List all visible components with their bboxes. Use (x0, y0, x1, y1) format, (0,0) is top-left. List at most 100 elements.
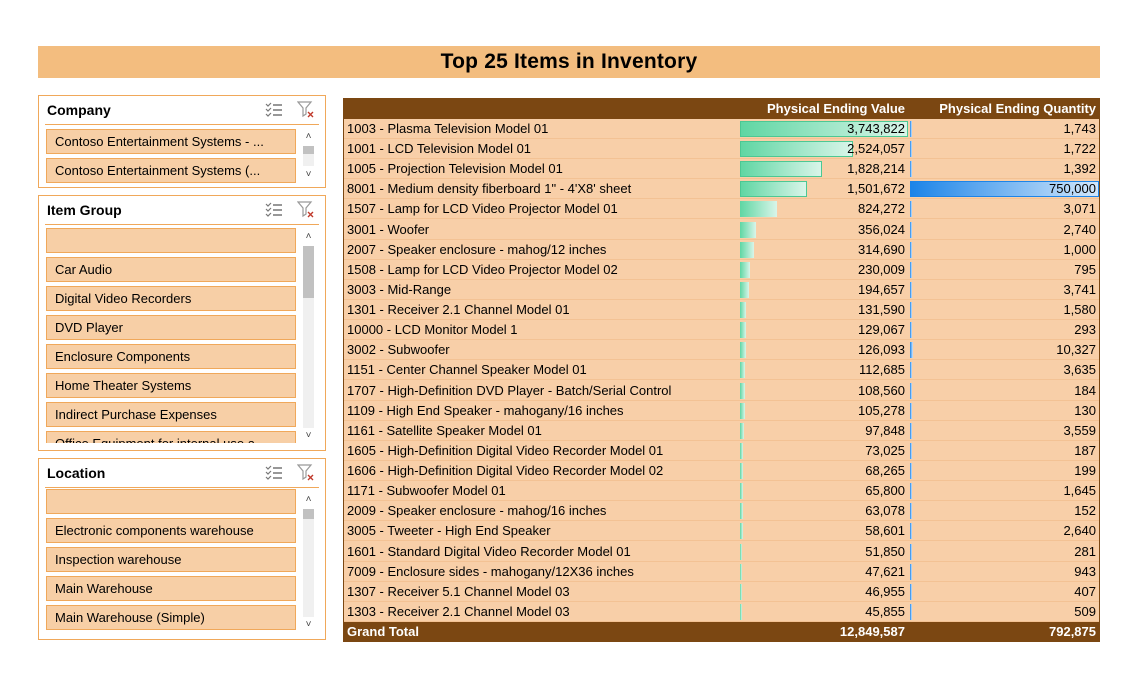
item-name-cell[interactable]: 2009 - Speaker enclosure - mahog/16 inch… (347, 501, 737, 521)
physical-ending-value-cell[interactable]: 314,690 (740, 240, 908, 260)
scroll-down-arrow[interactable]: ˅ (300, 618, 317, 632)
slicer-item-company[interactable]: Contoso Entertainment Systems - ... (46, 129, 296, 154)
item-name-cell[interactable]: 1301 - Receiver 2.1 Channel Model 01 (347, 300, 737, 320)
physical-ending-value-cell[interactable]: 58,601 (740, 521, 908, 541)
slicer-item-blank[interactable] (46, 228, 296, 253)
slicer-scrollbar[interactable]: ˄ ˅ (300, 130, 317, 182)
physical-ending-value-cell[interactable]: 73,025 (740, 441, 908, 461)
item-name-cell[interactable]: 1003 - Plasma Television Model 01 (347, 119, 737, 139)
scroll-thumb[interactable] (303, 146, 314, 154)
physical-ending-value-cell[interactable]: 230,009 (740, 260, 908, 280)
item-name-cell[interactable]: 1109 - High End Speaker - mahogany/16 in… (347, 401, 737, 421)
physical-ending-quantity-cell[interactable]: 943 (910, 562, 1099, 582)
grand-total-quantity[interactable]: 792,875 (910, 622, 1099, 642)
slicer-item-group[interactable]: Digital Video Recorders (46, 286, 296, 311)
item-name-cell[interactable]: 1005 - Projection Television Model 01 (347, 159, 737, 179)
multi-select-icon[interactable] (265, 101, 283, 119)
slicer-item-group[interactable]: DVD Player (46, 315, 296, 340)
physical-ending-quantity-cell[interactable]: 1,743 (910, 119, 1099, 139)
slicer-item-location[interactable]: Electronic components warehouse (46, 518, 296, 543)
item-name-cell[interactable]: 1707 - High-Definition DVD Player - Batc… (347, 381, 737, 401)
physical-ending-quantity-cell[interactable]: 407 (910, 582, 1099, 602)
slicer-item-location[interactable]: Main Warehouse (46, 576, 296, 601)
physical-ending-quantity-cell[interactable]: 10,327 (910, 340, 1099, 360)
scroll-thumb[interactable] (303, 246, 314, 298)
item-name-cell[interactable]: 3005 - Tweeter - High End Speaker (347, 521, 737, 541)
physical-ending-value-cell[interactable]: 105,278 (740, 401, 908, 421)
physical-ending-quantity-cell[interactable]: 509 (910, 602, 1099, 622)
slicer-scrollbar[interactable]: ˄ ˅ (300, 493, 317, 633)
physical-ending-value-cell[interactable]: 3,743,822 (740, 119, 908, 139)
physical-ending-value-cell[interactable]: 63,078 (740, 501, 908, 521)
slicer-item-group[interactable]: Indirect Purchase Expenses (46, 402, 296, 427)
slicer-item-group[interactable]: Office Equipment for internal use a... (46, 431, 296, 443)
item-name-cell[interactable]: 1151 - Center Channel Speaker Model 01 (347, 360, 737, 380)
header-physical-ending-value[interactable]: Physical Ending Value (740, 99, 908, 119)
multi-select-icon[interactable] (265, 201, 283, 219)
item-name-cell[interactable]: 1507 - Lamp for LCD Video Projector Mode… (347, 199, 737, 219)
slicer-scrollbar[interactable]: ˄ ˅ (300, 230, 317, 444)
physical-ending-value-cell[interactable]: 129,067 (740, 320, 908, 340)
physical-ending-value-cell[interactable]: 131,590 (740, 300, 908, 320)
scroll-track[interactable] (303, 246, 314, 428)
item-name-cell[interactable]: 1605 - High-Definition Digital Video Rec… (347, 441, 737, 461)
scroll-up-arrow[interactable]: ˄ (300, 130, 317, 144)
item-name-cell[interactable]: 1508 - Lamp for LCD Video Projector Mode… (347, 260, 737, 280)
physical-ending-quantity-cell[interactable]: 3,741 (910, 280, 1099, 300)
item-name-cell[interactable]: 2007 - Speaker enclosure - mahog/12 inch… (347, 240, 737, 260)
physical-ending-value-cell[interactable]: 97,848 (740, 421, 908, 441)
physical-ending-quantity-cell[interactable]: 130 (910, 401, 1099, 421)
item-name-cell[interactable]: 7009 - Enclosure sides - mahogany/12X36 … (347, 562, 737, 582)
physical-ending-value-cell[interactable]: 194,657 (740, 280, 908, 300)
item-name-cell[interactable]: 3001 - Woofer (347, 220, 737, 240)
physical-ending-quantity-cell[interactable]: 3,635 (910, 360, 1099, 380)
physical-ending-quantity-cell[interactable]: 3,559 (910, 421, 1099, 441)
physical-ending-value-cell[interactable]: 1,828,214 (740, 159, 908, 179)
item-name-cell[interactable]: 1307 - Receiver 5.1 Channel Model 03 (347, 582, 737, 602)
item-name-cell[interactable]: 1001 - LCD Television Model 01 (347, 139, 737, 159)
grand-total-value[interactable]: 12,849,587 (740, 622, 908, 642)
scroll-up-arrow[interactable]: ˄ (300, 493, 317, 507)
physical-ending-quantity-cell[interactable]: 1,580 (910, 300, 1099, 320)
item-name-cell[interactable]: 3003 - Mid-Range (347, 280, 737, 300)
multi-select-icon[interactable] (265, 464, 283, 482)
clear-filter-icon[interactable] (297, 201, 315, 219)
physical-ending-quantity-cell[interactable]: 750,000 (910, 179, 1099, 199)
physical-ending-quantity-cell[interactable]: 1,722 (910, 139, 1099, 159)
slicer-item-group[interactable]: Car Audio (46, 257, 296, 282)
physical-ending-value-cell[interactable]: 112,685 (740, 360, 908, 380)
physical-ending-value-cell[interactable]: 1,501,672 (740, 179, 908, 199)
slicer-item-group[interactable]: Home Theater Systems (46, 373, 296, 398)
slicer-item-location[interactable]: Inspection warehouse (46, 547, 296, 572)
item-name-cell[interactable]: 8001 - Medium density fiberboard 1" - 4'… (347, 179, 737, 199)
physical-ending-value-cell[interactable]: 65,800 (740, 481, 908, 501)
physical-ending-quantity-cell[interactable]: 1,392 (910, 159, 1099, 179)
physical-ending-quantity-cell[interactable]: 152 (910, 501, 1099, 521)
scroll-down-arrow[interactable]: ˅ (300, 429, 317, 443)
physical-ending-value-cell[interactable]: 47,621 (740, 562, 908, 582)
physical-ending-quantity-cell[interactable]: 2,640 (910, 521, 1099, 541)
scroll-down-arrow[interactable]: ˅ (300, 168, 317, 182)
item-name-cell[interactable]: 1161 - Satellite Speaker Model 01 (347, 421, 737, 441)
item-name-cell[interactable]: 3002 - Subwoofer (347, 340, 737, 360)
physical-ending-quantity-cell[interactable]: 281 (910, 542, 1099, 562)
clear-filter-icon[interactable] (297, 464, 315, 482)
header-physical-ending-quantity[interactable]: Physical Ending Quantity (910, 99, 1099, 119)
physical-ending-value-cell[interactable]: 824,272 (740, 199, 908, 219)
item-name-cell[interactable]: 1303 - Receiver 2.1 Channel Model 03 (347, 602, 737, 622)
clear-filter-icon[interactable] (297, 101, 315, 119)
scroll-track[interactable] (303, 146, 314, 166)
physical-ending-value-cell[interactable]: 2,524,057 (740, 139, 908, 159)
physical-ending-value-cell[interactable]: 68,265 (740, 461, 908, 481)
physical-ending-value-cell[interactable]: 45,855 (740, 602, 908, 622)
scroll-track[interactable] (303, 509, 314, 617)
header-item[interactable] (347, 99, 737, 119)
physical-ending-quantity-cell[interactable]: 199 (910, 461, 1099, 481)
slicer-item-blank[interactable] (46, 489, 296, 514)
physical-ending-value-cell[interactable]: 126,093 (740, 340, 908, 360)
physical-ending-value-cell[interactable]: 108,560 (740, 381, 908, 401)
physical-ending-quantity-cell[interactable]: 1,645 (910, 481, 1099, 501)
item-name-cell[interactable]: 10000 - LCD Monitor Model 1 (347, 320, 737, 340)
item-name-cell[interactable]: 1601 - Standard Digital Video Recorder M… (347, 542, 737, 562)
physical-ending-value-cell[interactable]: 46,955 (740, 582, 908, 602)
